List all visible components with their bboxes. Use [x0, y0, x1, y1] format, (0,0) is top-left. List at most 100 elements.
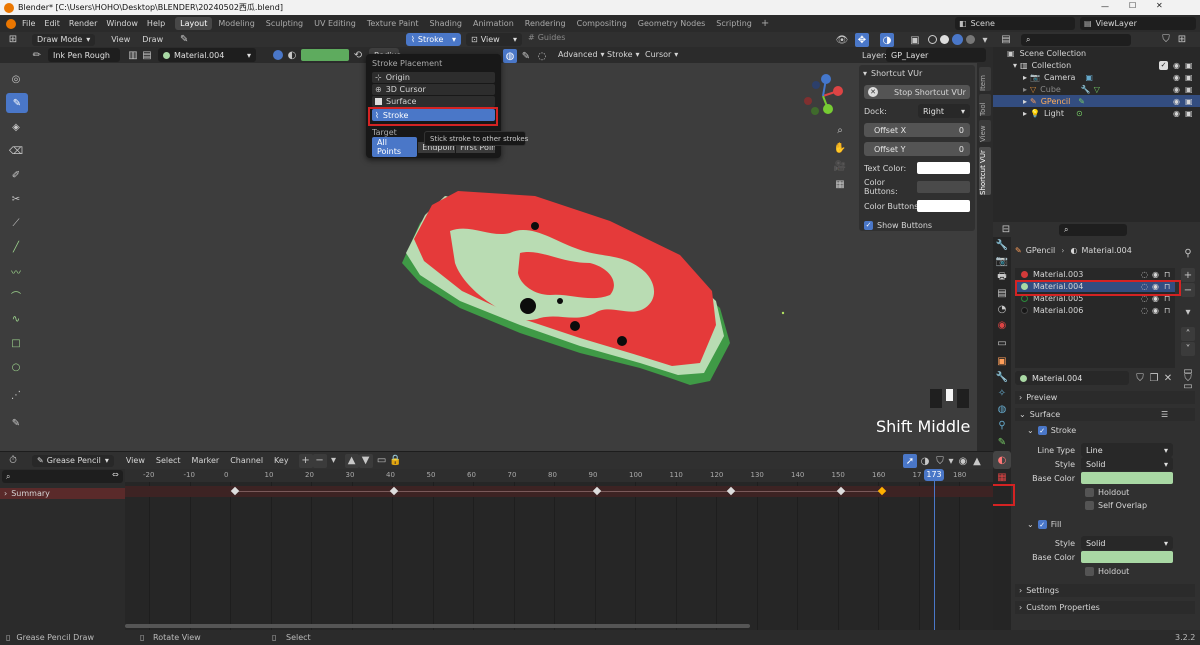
- stop-shortcut-button[interactable]: ✕ Stop Shortcut VUr: [864, 85, 970, 99]
- preview-panel[interactable]: › Preview: [1015, 391, 1195, 404]
- modifier-tab-icon[interactable]: 🔧: [993, 369, 1011, 385]
- lock-icon[interactable]: 🔒: [389, 454, 403, 468]
- navigation-gizmo[interactable]: [798, 71, 848, 121]
- view-layer-tab-icon[interactable]: ▤: [993, 285, 1011, 301]
- world-tab-icon[interactable]: ◉: [993, 317, 1011, 333]
- camera-view-icon[interactable]: 🎥: [832, 158, 848, 174]
- checkbox-icon[interactable]: ✓: [1159, 60, 1168, 70]
- new-collection-icon[interactable]: ⊞: [1175, 33, 1189, 47]
- window-close-button[interactable]: ✕: [1156, 1, 1163, 10]
- material-tab-icon[interactable]: ◐: [993, 451, 1011, 469]
- hide-icon[interactable]: ◑: [918, 454, 932, 468]
- line-type-selector[interactable]: Line ▾: [1081, 443, 1173, 457]
- outliner-row-light[interactable]: ▸ 💡 Light ⊙ ◉ ▣: [993, 107, 1200, 119]
- cursor-tool-icon[interactable]: ◎: [6, 69, 26, 89]
- eye-icon[interactable]: ◉: [1152, 282, 1159, 291]
- snap-icon[interactable]: ◉: [956, 454, 970, 468]
- layer-up-icon[interactable]: ▲: [344, 453, 359, 468]
- settings-panel[interactable]: › Settings: [1015, 584, 1195, 597]
- fill-color-swatch[interactable]: [1081, 551, 1173, 563]
- self-overlap-checkbox[interactable]: Self Overlap: [1085, 499, 1147, 511]
- stroke-placement-dropdown[interactable]: ⌇ Stroke ▾: [406, 33, 461, 46]
- cutter-tool-icon[interactable]: ✂: [6, 189, 26, 209]
- tab-rendering[interactable]: Rendering: [525, 19, 566, 28]
- circle-tool-icon[interactable]: ○: [6, 357, 26, 377]
- eye-icon[interactable]: ◉: [1173, 85, 1180, 94]
- remove-layer-icon[interactable]: −: [312, 453, 327, 468]
- tab-sculpting[interactable]: Sculpting: [266, 19, 303, 28]
- layer-menu-icon[interactable]: ▾: [327, 454, 341, 468]
- lock-icon[interactable]: ◌: [1141, 282, 1148, 291]
- window-minimize-button[interactable]: —: [1101, 2, 1109, 11]
- tab-compositing[interactable]: Compositing: [577, 19, 627, 28]
- guides-toggle[interactable]: # Guides: [528, 33, 565, 42]
- data-tab-icon[interactable]: ✎: [993, 433, 1011, 451]
- fake-user-icon[interactable]: ⛉: [1133, 371, 1147, 385]
- proportional-icon[interactable]: ▲: [970, 454, 984, 468]
- eye-icon[interactable]: ◉: [1173, 97, 1180, 106]
- blender-menu-icon[interactable]: [6, 18, 16, 29]
- scene-tab-icon[interactable]: ◔: [993, 301, 1011, 317]
- material-slot-active[interactable]: Material.004 ◌ ◉ ⊓: [1015, 280, 1175, 292]
- onion-icon[interactable]: ⊓: [1164, 270, 1170, 279]
- mode-selector[interactable]: Draw Mode ▾: [32, 33, 96, 46]
- texture-tab-icon[interactable]: ▦: [993, 469, 1011, 485]
- perspective-grid-icon[interactable]: ▦: [832, 176, 848, 192]
- lock-icon[interactable]: ◌: [1141, 270, 1148, 279]
- eye-icon[interactable]: ◉: [1152, 306, 1159, 315]
- stroke-color-swatch[interactable]: [1081, 472, 1173, 484]
- material-slot[interactable]: Material.005 ◌ ◉ ⊓: [1015, 292, 1175, 304]
- swap-direction-icon[interactable]: ⇔: [112, 470, 119, 479]
- camera-restrict-icon[interactable]: ▣: [1185, 97, 1193, 106]
- timeline-region[interactable]: -20 -10 0 10 20 30 40 50 60 70 80 90 100 110 120 130 140…: [125, 469, 993, 630]
- xray-toggle-icon[interactable]: ▣: [908, 33, 922, 47]
- strength-icon[interactable]: ✎: [519, 49, 533, 63]
- color-picker-icon[interactable]: ◐: [285, 48, 299, 62]
- menu-window[interactable]: Window: [106, 19, 138, 28]
- material-datablock-selector[interactable]: Material.004: [1015, 371, 1129, 385]
- dopesheet-menu-marker[interactable]: Marker: [192, 456, 220, 465]
- eye-icon[interactable]: ◉: [1173, 109, 1180, 118]
- dopesheet-menu-key[interactable]: Key: [274, 456, 289, 465]
- tool-settings-icon[interactable]: ✎: [177, 33, 191, 47]
- current-frame-indicator[interactable]: 173: [924, 469, 944, 481]
- outliner-search[interactable]: ⌕: [1021, 33, 1131, 46]
- sidebar-tab-item[interactable]: Item: [979, 67, 991, 91]
- eyedropper-tool-icon[interactable]: ⟋: [6, 213, 26, 233]
- placement-surface[interactable]: Surface: [372, 96, 495, 107]
- render-tab-icon[interactable]: 📷: [993, 253, 1011, 269]
- tab-texture-paint[interactable]: Texture Paint: [367, 19, 419, 28]
- channel-search[interactable]: ⌕: [2, 470, 123, 483]
- layer-down-icon[interactable]: ▼: [358, 453, 373, 468]
- add-slot-icon[interactable]: +: [1181, 268, 1195, 282]
- visibility-icon[interactable]: 👁: [835, 33, 849, 47]
- line-tool-icon[interactable]: ╱: [6, 237, 26, 257]
- rendered-shading-icon[interactable]: [966, 35, 975, 44]
- scene-selector[interactable]: ◧ Scene: [955, 17, 1075, 30]
- view-orientation-dropdown[interactable]: ⊡ View ▾: [466, 33, 522, 46]
- sidebar-tab-shortcut-vur[interactable]: Shortcut VUr: [979, 147, 991, 195]
- tab-uv-editing[interactable]: UV Editing: [314, 19, 356, 28]
- dopesheet-editor-icon[interactable]: ⏱: [6, 454, 20, 468]
- object-tab-icon[interactable]: ▣: [993, 353, 1011, 369]
- text-color-swatch[interactable]: [917, 162, 970, 174]
- gizmo-toggle-icon[interactable]: ✥: [855, 33, 869, 47]
- pan-hand-icon[interactable]: ✋: [832, 140, 848, 156]
- remove-slot-icon[interactable]: −: [1181, 283, 1195, 297]
- fill-tool-icon[interactable]: ◈: [6, 117, 26, 137]
- sidebar-tab-view[interactable]: View: [979, 120, 991, 142]
- lock-icon[interactable]: ◌: [1141, 294, 1148, 303]
- dopesheet-mode-selector[interactable]: ✎ Grease Pencil ▾: [32, 454, 114, 467]
- pressure-icon[interactable]: ◍: [503, 49, 517, 63]
- menu-file[interactable]: File: [22, 19, 35, 28]
- only-selected-icon[interactable]: ➚: [903, 454, 917, 468]
- constraints-tab-icon[interactable]: ⚲: [993, 417, 1011, 433]
- add-workspace-icon[interactable]: +: [761, 18, 769, 29]
- camera-restrict-icon[interactable]: ▣: [1185, 73, 1193, 82]
- cursor-dropdown[interactable]: Cursor ▾: [645, 50, 678, 59]
- list-icon[interactable]: ☰: [1161, 410, 1168, 419]
- tab-scripting[interactable]: Scripting: [716, 19, 752, 28]
- duplicate-icon[interactable]: ❐: [1147, 371, 1161, 385]
- output-tab-icon[interactable]: 🖶: [993, 269, 1011, 285]
- tab-geometry-nodes[interactable]: Geometry Nodes: [638, 19, 705, 28]
